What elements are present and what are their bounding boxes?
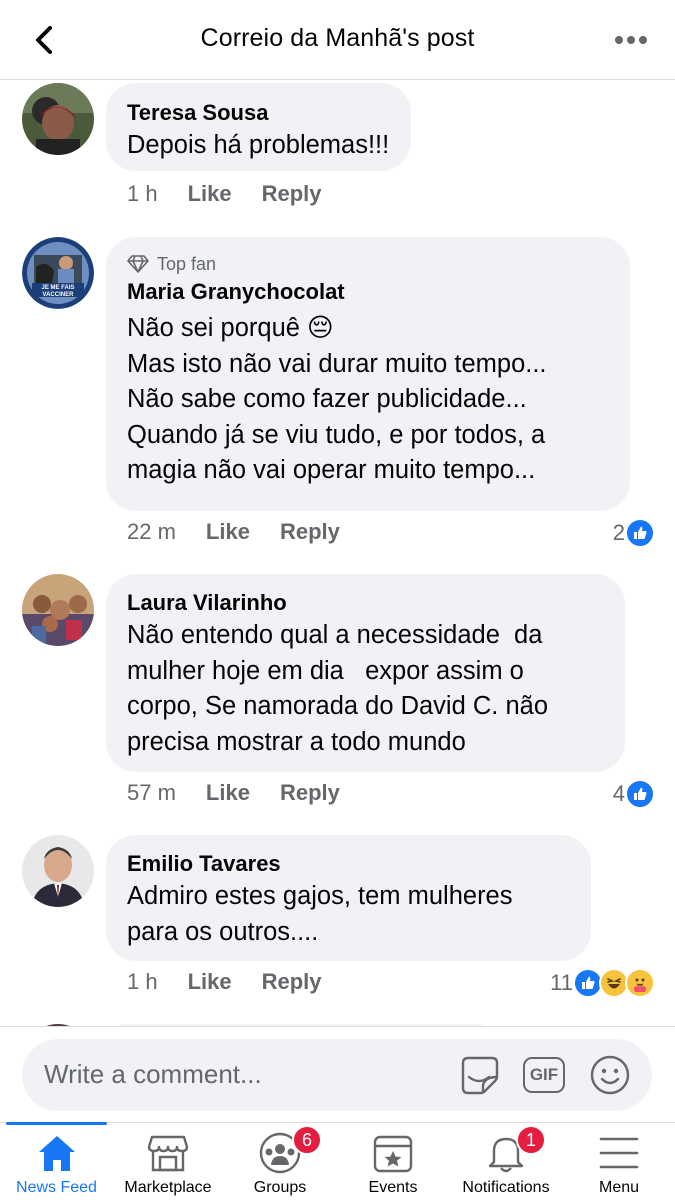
comment-text: Depois há problemas!!! bbox=[127, 131, 390, 159]
diamond-icon bbox=[127, 255, 149, 273]
tab-label: Menu bbox=[598, 1179, 640, 1196]
tab-label: Events bbox=[368, 1179, 418, 1196]
more-options-button[interactable] bbox=[609, 20, 653, 60]
comment-time[interactable]: 57 m bbox=[127, 780, 176, 806]
comment-time[interactable]: 1 h bbox=[127, 181, 158, 207]
menu-icon bbox=[599, 1137, 639, 1169]
top-fan-badge: Top fan bbox=[127, 251, 608, 277]
avatar[interactable]: JE ME FAIS VACCINER bbox=[22, 237, 94, 309]
comment-text: Não entendo qual a necessidade da mulher… bbox=[127, 621, 548, 756]
like-button[interactable]: Like bbox=[188, 181, 232, 207]
comment-actions: 22 m Like Reply bbox=[127, 519, 370, 545]
tab-label: Groups bbox=[253, 1179, 307, 1196]
avatar[interactable] bbox=[22, 83, 94, 155]
tab-news-feed[interactable]: News Feed bbox=[6, 1123, 107, 1200]
tab-events[interactable]: Events bbox=[343, 1123, 443, 1200]
care-reaction-icon bbox=[625, 968, 655, 998]
gif-button[interactable]: GIF bbox=[522, 1053, 566, 1097]
comment-bubble: Top fan Maria Granychocolat Não sei porq… bbox=[106, 237, 630, 511]
comments-list: Teresa Sousa Depois há problemas!!! 1 h … bbox=[0, 80, 675, 1026]
sticker-icon bbox=[461, 1056, 499, 1095]
reaction-count: 4 bbox=[612, 781, 625, 806]
notifications-badge: 1 bbox=[516, 1125, 546, 1155]
marketplace-icon bbox=[147, 1135, 189, 1172]
home-icon bbox=[38, 1136, 75, 1171]
comment-text: Não sei porquê 😔 Mas isto não vai durar … bbox=[127, 314, 547, 484]
tab-label: News Feed bbox=[16, 1179, 97, 1196]
comment-author[interactable]: Laura Vilarinho bbox=[127, 588, 603, 618]
comment-actions: 1 h Like Reply bbox=[127, 969, 352, 995]
comment-input[interactable]: Write a comment... GIF bbox=[22, 1039, 652, 1111]
reaction-summary[interactable]: 4 bbox=[613, 779, 655, 809]
reply-button[interactable]: Reply bbox=[262, 969, 322, 995]
comment-placeholder: Write a comment... bbox=[44, 1059, 262, 1089]
comment-time[interactable]: 22 m bbox=[127, 519, 176, 545]
emoji-icon bbox=[590, 1055, 630, 1095]
comment-author[interactable]: Teresa Sousa bbox=[127, 98, 389, 128]
page-title: Correio da Manhã's post bbox=[200, 24, 475, 52]
tab-label: Marketplace bbox=[124, 1179, 212, 1196]
reaction-summary[interactable]: 2 bbox=[613, 518, 655, 548]
groups-badge: 6 bbox=[292, 1125, 322, 1155]
comment-actions: 1 h Like Reply bbox=[127, 181, 352, 207]
tab-marketplace[interactable]: Marketplace bbox=[117, 1123, 219, 1200]
reply-button[interactable]: Reply bbox=[280, 780, 340, 806]
like-reaction-icon bbox=[625, 518, 655, 548]
bottom-tab-bar: News Feed Marketplace 6 Groups Events 1 … bbox=[0, 1122, 675, 1200]
comment-author[interactable]: Emilio Tavares bbox=[127, 849, 569, 879]
avatar[interactable] bbox=[22, 835, 94, 907]
badge-label: Top fan bbox=[157, 254, 217, 274]
comment-bubble: Emilio Tavares Admiro estes gajos, tem m… bbox=[106, 835, 591, 961]
comment-actions: 57 m Like Reply bbox=[127, 780, 370, 806]
tab-label: Notifications bbox=[462, 1179, 550, 1196]
like-button[interactable]: Like bbox=[188, 969, 232, 995]
comment-text: Admiro estes gajos, tem mulheres para os… bbox=[127, 882, 513, 946]
tab-menu[interactable]: Menu bbox=[575, 1123, 663, 1200]
comment-bubble: Laura Vilarinho Não entendo qual a neces… bbox=[106, 574, 625, 772]
comment-author[interactable]: Maria Granychocolat bbox=[127, 277, 608, 307]
reaction-count: 2 bbox=[612, 520, 625, 545]
tab-notifications[interactable]: 1 Notifications bbox=[452, 1123, 560, 1200]
sticker-button[interactable] bbox=[458, 1053, 502, 1097]
tab-groups[interactable]: 6 Groups bbox=[230, 1123, 330, 1200]
like-button[interactable]: Like bbox=[206, 519, 250, 545]
like-reaction-icon bbox=[625, 779, 655, 809]
comment-time[interactable]: 1 h bbox=[127, 969, 158, 995]
reply-button[interactable]: Reply bbox=[280, 519, 340, 545]
events-icon bbox=[373, 1135, 413, 1173]
post-header: Correio da Manhã's post bbox=[0, 0, 675, 80]
more-dots-icon bbox=[615, 36, 647, 44]
avatar-overlay-text: JE ME FAIS VACCINER bbox=[41, 285, 75, 298]
like-button[interactable]: Like bbox=[206, 780, 250, 806]
reply-button[interactable]: Reply bbox=[262, 181, 322, 207]
gif-icon: GIF bbox=[523, 1057, 565, 1093]
avatar[interactable] bbox=[22, 574, 94, 646]
reaction-count: 11 bbox=[550, 970, 573, 995]
emoji-button[interactable] bbox=[588, 1053, 632, 1097]
reaction-summary[interactable]: 11 bbox=[550, 968, 655, 998]
comment-bubble: Teresa Sousa Depois há problemas!!! bbox=[106, 83, 412, 171]
comment-composer-bar: Write a comment... GIF bbox=[0, 1026, 675, 1122]
